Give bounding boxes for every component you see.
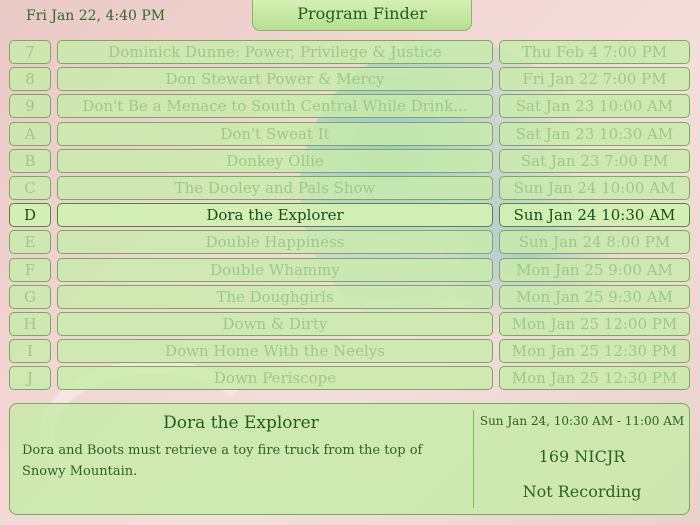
details-description: Dora and Boots must retrieve a toy fire … [22,443,423,479]
row-key: 8 [9,67,51,92]
row-key: B [9,148,51,173]
row-key: C [9,176,51,200]
program-details-panel: Dora the Explorer Dora and Boots must re… [9,403,690,515]
program-row[interactable]: 9 Don't Be a Menace to South Central Whil… [0,94,700,119]
row-time: Mon Jan 25 12:30 PM [499,366,690,391]
row-time: Fri Jan 22 7:00 PM [499,67,690,92]
program-row[interactable]: 7 Dominick Dunne: Power, Privilege & Just… [0,40,700,64]
row-key: 9 [9,94,51,119]
row-key: G [9,284,51,309]
program-row[interactable]: I Down Home With the Neelys Mon Jan 25 12:… [0,339,700,364]
row-time: Sat Jan 23 10:00 AM [499,94,690,119]
row-title: Don't Sweat It [57,121,493,146]
row-title: Down Periscope [57,366,493,391]
row-title: Dora the Explorer [57,203,493,228]
row-title: The Doughgirls [57,284,493,309]
row-title: Double Whammy [57,257,493,282]
row-time: Mon Jan 25 9:30 AM [499,284,690,309]
row-title: Don Stewart Power & Mercy [57,67,493,92]
row-time: Thu Feb 4 7:00 PM [499,40,690,64]
row-title: Down Home With the Neelys [57,339,493,364]
program-row[interactable]: 8 Don Stewart Power & Mercy Fri Jan 22 7:0… [0,67,700,92]
row-time: Sun Jan 24 8:00 PM [499,230,690,255]
page-title: Program Finder [252,0,472,31]
program-row[interactable]: G The Doughgirls Mon Jan 25 9:30 AM [0,284,700,309]
details-recording-status: Not Recording [522,482,642,501]
row-time: Sun Jan 24 10:00 AM [499,176,690,200]
program-row[interactable]: A Don't Sweat It Sat Jan 23 10:30 AM [0,121,700,146]
row-title: Donkey Ollie [57,148,493,173]
program-row[interactable]: F Double Whammy Mon Jan 25 9:00 AM [0,257,700,282]
row-key: F [9,257,51,282]
row-title: Dominick Dunne: Power, Privilege & Justi… [57,40,493,64]
row-key: D [9,203,51,228]
program-row[interactable]: B Donkey Ollie Sat Jan 23 7:00 PM [0,148,700,173]
row-time: Mon Jan 25 9:00 AM [499,257,690,282]
row-title: Don't Be a Menace to South Central While… [57,94,493,119]
row-time: Sun Jan 24 10:30 AM [499,203,690,228]
row-title: Down & Dirty [57,312,493,336]
row-title: Double Happiness [57,230,493,255]
program-row[interactable]: D Dora the Explorer Sun Jan 24 10:30 AM [0,203,700,228]
program-row[interactable]: C The Dooley and Pals Show Sun Jan 24 10:0… [0,176,700,200]
row-time: Sat Jan 23 10:30 AM [499,121,690,146]
row-key: J [9,366,51,391]
row-key: 7 [9,40,51,64]
details-title: Dora the Explorer [163,413,319,433]
row-key: A [9,121,51,146]
row-key: I [9,339,51,364]
program-row[interactable]: J Down Periscope Mon Jan 25 12:30 PM [0,366,700,391]
row-time: Mon Jan 25 12:30 PM [499,339,690,364]
row-time: Mon Jan 25 12:00 PM [499,312,690,336]
program-row[interactable]: E Double Happiness Sun Jan 24 8:00 PM [0,230,700,255]
details-time-range: Sun Jan 24, 10:30 AM - 11:00 AM [479,414,685,428]
row-key: E [9,230,51,255]
details-channel: 169 NICJR [538,447,626,466]
row-title: The Dooley and Pals Show [57,176,493,200]
row-time: Sat Jan 23 7:00 PM [499,148,690,173]
clock: Fri Jan 22, 4:40 PM [26,8,166,24]
program-row[interactable]: H Down & Dirty Mon Jan 25 12:00 PM [0,312,700,336]
row-key: H [9,312,51,336]
